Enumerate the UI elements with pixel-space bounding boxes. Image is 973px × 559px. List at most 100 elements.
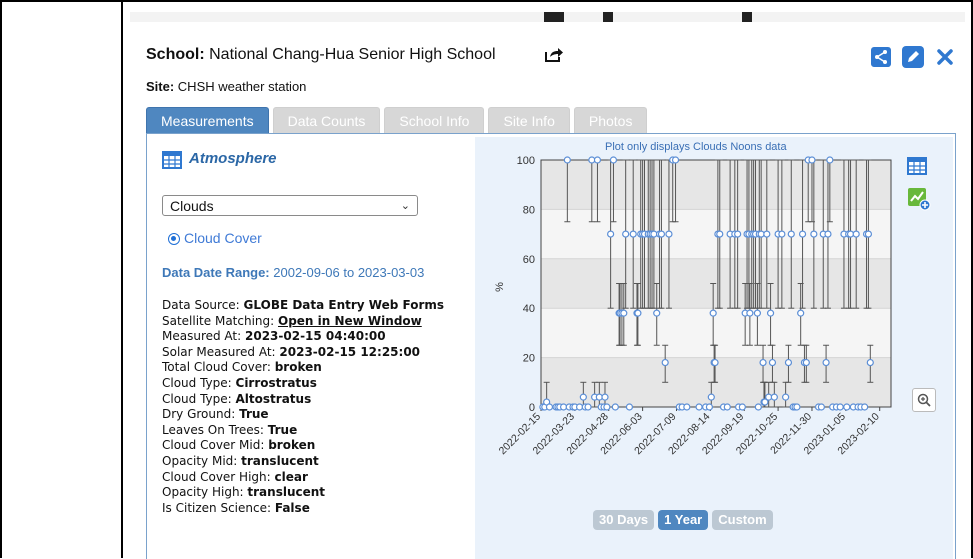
data-point bbox=[797, 309, 805, 317]
range-1-year-button[interactable]: 1 Year bbox=[658, 510, 709, 530]
data-point bbox=[653, 309, 661, 317]
detail-value: 2023-02-15 12:25:00 bbox=[279, 344, 421, 359]
satellite-link[interactable]: Open in New Window bbox=[278, 314, 422, 328]
data-point bbox=[665, 230, 673, 238]
detail-key: Cloud Type: bbox=[162, 375, 236, 390]
site-popup-panel: School: National Chang-Hua Senior High S… bbox=[130, 22, 965, 559]
data-point bbox=[584, 403, 592, 411]
range-30-days-button[interactable]: 30 Days bbox=[593, 510, 655, 530]
detail-row: Cloud Type: Altostratus bbox=[162, 392, 472, 408]
tab-photos[interactable]: Photos bbox=[573, 107, 648, 134]
data-point bbox=[603, 403, 611, 411]
tab-measurements[interactable]: Measurements bbox=[146, 107, 269, 134]
y-tick-label: 20 bbox=[523, 353, 535, 365]
data-point bbox=[822, 358, 830, 367]
data-point bbox=[695, 403, 703, 411]
cloud-cover-radio[interactable] bbox=[168, 233, 180, 245]
open-external-icon[interactable] bbox=[545, 47, 564, 62]
y-tick-label: 80 bbox=[523, 204, 535, 216]
detail-value: 2023-02-15 04:40:00 bbox=[245, 329, 386, 344]
table-view-icon[interactable] bbox=[907, 157, 927, 175]
data-point bbox=[634, 309, 642, 317]
data-point bbox=[770, 393, 778, 401]
data-point bbox=[861, 403, 869, 411]
detail-key: Satellite Matching: bbox=[162, 313, 278, 328]
detail-row: Cloud Cover Mid: broken bbox=[162, 438, 472, 454]
data-point bbox=[836, 403, 844, 411]
site-name: CHSH weather station bbox=[177, 79, 307, 94]
data-point bbox=[671, 156, 680, 164]
detail-key: Cloud Type: bbox=[162, 391, 236, 406]
data-point bbox=[753, 309, 761, 317]
data-point bbox=[810, 230, 818, 238]
protocol-select[interactable]: Clouds ⌄ bbox=[162, 195, 418, 216]
data-point bbox=[808, 156, 816, 164]
data-point bbox=[768, 358, 777, 367]
detail-row: Is Citizen Science: False bbox=[162, 501, 472, 517]
tab-bar: Measurements Data Counts School Info Sit… bbox=[146, 107, 648, 134]
data-point bbox=[824, 230, 832, 238]
measurements-panel: Atmosphere Clouds ⌄ Cloud Cover Data Date… bbox=[146, 133, 956, 559]
y-tick-label: 40 bbox=[523, 303, 535, 315]
data-point bbox=[593, 156, 602, 164]
protocol-title: Atmosphere bbox=[189, 150, 277, 167]
tab-data-counts[interactable]: Data Counts bbox=[272, 107, 381, 134]
data-point bbox=[864, 230, 873, 238]
data-point bbox=[866, 358, 874, 367]
chart-plot: 020406080100%2022-02-152022-03-232022-04… bbox=[494, 155, 892, 457]
add-chart-icon[interactable] bbox=[907, 187, 931, 211]
close-icon[interactable] bbox=[934, 46, 956, 68]
frame-top-border bbox=[0, 0, 973, 2]
detail-value: translucent bbox=[247, 485, 326, 500]
data-point bbox=[817, 403, 825, 411]
data-point bbox=[754, 403, 762, 411]
detail-value: broken bbox=[268, 438, 316, 453]
data-point bbox=[705, 403, 714, 411]
data-point bbox=[607, 230, 615, 238]
data-point bbox=[579, 393, 587, 401]
data-point bbox=[609, 156, 618, 164]
popup-actions bbox=[870, 46, 956, 68]
table-icon bbox=[162, 151, 182, 169]
detail-row: Opacity High: translucent bbox=[162, 485, 472, 501]
data-point bbox=[798, 230, 807, 238]
y-axis-label: % bbox=[494, 282, 506, 292]
detail-key: Opacity High: bbox=[162, 485, 248, 500]
site-heading: Site: CHSH weather station bbox=[146, 79, 307, 94]
data-point bbox=[716, 230, 724, 238]
detail-key: Cloud Cover Mid: bbox=[162, 438, 269, 453]
edit-pencil-icon[interactable] bbox=[902, 46, 924, 68]
data-point bbox=[707, 393, 715, 401]
data-point bbox=[793, 403, 801, 411]
data-point bbox=[620, 309, 628, 317]
data-point bbox=[766, 309, 775, 317]
detail-row: Total Cloud Cover: broken bbox=[162, 360, 472, 376]
zoom-in-icon[interactable] bbox=[912, 388, 936, 412]
chevron-down-icon: ⌄ bbox=[400, 200, 410, 212]
map-fragment bbox=[544, 12, 564, 22]
y-tick-label: 100 bbox=[517, 155, 535, 167]
data-date-range: Data Date Range: 2002-09-06 to 2023-03-0… bbox=[162, 265, 425, 280]
detail-row: Measured At: 2023-02-15 04:40:00 bbox=[162, 329, 472, 345]
select-value: Clouds bbox=[170, 198, 214, 214]
measurement-details: Data Source: GLOBE Data Entry Web Forms S… bbox=[162, 298, 472, 516]
data-point bbox=[563, 156, 571, 164]
detail-value: False bbox=[274, 500, 310, 515]
map-fragment bbox=[603, 12, 613, 22]
detail-key: Cloud Cover High: bbox=[162, 469, 275, 484]
tab-site-info[interactable]: Site Info bbox=[488, 107, 570, 134]
range-custom-button[interactable]: Custom bbox=[712, 510, 773, 530]
data-point bbox=[826, 156, 834, 164]
data-point bbox=[852, 230, 860, 238]
plot-band bbox=[541, 160, 891, 210]
data-point bbox=[763, 230, 771, 238]
tab-school-info[interactable]: School Info bbox=[384, 107, 485, 134]
detail-key: Leaves On Trees: bbox=[162, 422, 268, 437]
share-icon[interactable] bbox=[870, 46, 892, 68]
detail-value: True bbox=[239, 407, 269, 422]
data-point bbox=[657, 230, 666, 238]
cloud-cover-label: Cloud Cover bbox=[184, 230, 262, 246]
frame-left-border bbox=[0, 0, 2, 558]
school-heading: School: National Chang-Hua Senior High S… bbox=[146, 46, 496, 63]
detail-value: translucent bbox=[241, 453, 319, 468]
